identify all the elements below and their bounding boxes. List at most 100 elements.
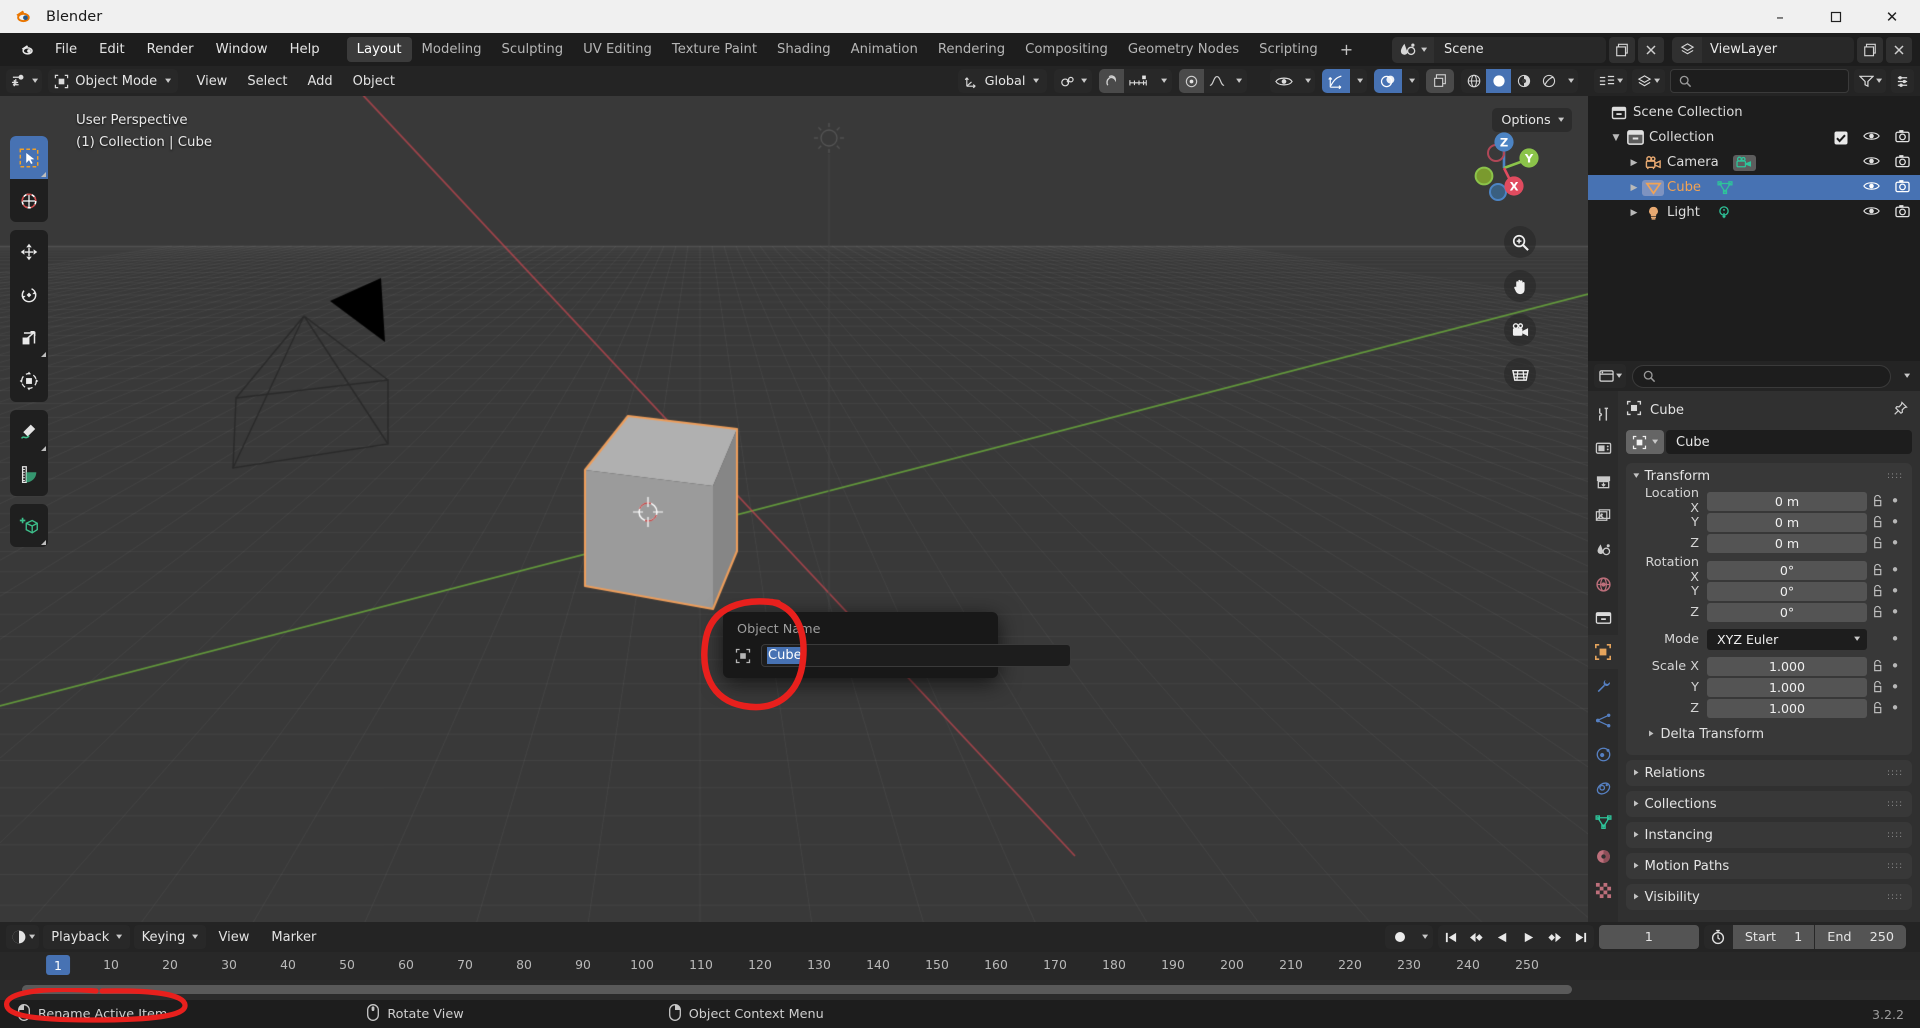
- lock-icon[interactable]: [1867, 659, 1887, 673]
- transform-orientation-selector[interactable]: Global ▾: [957, 69, 1047, 93]
- menu-window[interactable]: Window: [205, 37, 279, 62]
- workspace-tab-rendering[interactable]: Rendering: [928, 37, 1015, 62]
- outliner-search-input[interactable]: [1669, 69, 1849, 93]
- maximize-button[interactable]: [1808, 0, 1864, 33]
- output-tab[interactable]: [1588, 465, 1618, 499]
- motion-paths-panel-header[interactable]: ▸ Motion Paths ::::: [1626, 853, 1912, 879]
- lock-icon[interactable]: [1867, 563, 1887, 577]
- properties-options-icon[interactable]: ▾: [1897, 364, 1914, 388]
- world-tab[interactable]: [1588, 567, 1618, 601]
- outliner-row-light[interactable]: ▶ Light: [1588, 200, 1920, 225]
- add-workspace-button[interactable]: +: [1328, 37, 1365, 62]
- menu-file[interactable]: File: [44, 37, 88, 62]
- workspace-tab-scripting[interactable]: Scripting: [1249, 37, 1328, 62]
- animate-dot[interactable]: •: [1887, 678, 1903, 696]
- pan-hand-icon[interactable]: [1504, 270, 1536, 302]
- keying-menu[interactable]: Keying ▾: [133, 925, 206, 949]
- 3d-viewport[interactable]: User Perspective (1) Collection | Cube O…: [0, 96, 1588, 922]
- chevron-down-icon[interactable]: ▾: [1154, 69, 1172, 93]
- camera-render-icon[interactable]: [1895, 179, 1910, 197]
- object-name-field[interactable]: Cube: [1666, 430, 1912, 454]
- timeline-horizontal-scrollbar[interactable]: [22, 985, 1572, 994]
- animate-dot[interactable]: •: [1887, 630, 1903, 648]
- transform-tool[interactable]: [10, 359, 48, 402]
- frame-end-field[interactable]: End 250: [1815, 925, 1906, 949]
- chevron-down-icon[interactable]: ▾: [1298, 69, 1315, 93]
- animate-dot[interactable]: •: [1887, 699, 1903, 717]
- blender-menu-icon[interactable]: [14, 37, 44, 63]
- physics-tab[interactable]: [1588, 737, 1618, 771]
- lock-icon[interactable]: [1867, 605, 1887, 619]
- workspace-tab-uv-editing[interactable]: UV Editing: [573, 37, 662, 62]
- animate-dot[interactable]: •: [1887, 513, 1903, 531]
- expand-toggle[interactable]: ▶: [1626, 208, 1642, 218]
- new-scene-button[interactable]: [1609, 36, 1635, 63]
- measure-tool[interactable]: [10, 453, 48, 496]
- pivot-point-selector[interactable]: ▾: [1053, 69, 1092, 93]
- menu-edit[interactable]: Edit: [88, 37, 136, 62]
- workspace-tab-geometry-nodes[interactable]: Geometry Nodes: [1118, 37, 1249, 62]
- editor-type-selector[interactable]: ▾: [6, 69, 43, 93]
- chevron-down-icon[interactable]: ▾: [1350, 69, 1367, 93]
- expand-toggle[interactable]: ▼: [1608, 133, 1624, 143]
- workspace-tab-animation[interactable]: Animation: [841, 37, 928, 62]
- timeline-editor[interactable]: ▾ Playback ▾ Keying ▾ View Marker ▾ 1 St…: [0, 922, 1920, 1000]
- render-tab[interactable]: [1588, 431, 1618, 465]
- interaction-mode-selector[interactable]: Object Mode ▾: [48, 69, 179, 93]
- tweak-select-box-tool[interactable]: [10, 136, 48, 179]
- move-tool[interactable]: [10, 230, 48, 273]
- current-frame-marker[interactable]: 1: [45, 955, 70, 975]
- rotate-tool[interactable]: [10, 273, 48, 316]
- play-reverse-icon[interactable]: [1490, 925, 1516, 949]
- current-frame-field[interactable]: 1: [1598, 925, 1699, 949]
- timeline-ruler[interactable]: 10 20 30 40 50 60 70 80 90 100 110 120 130 140 150 160 1…: [0, 952, 1920, 980]
- camera-view-icon[interactable]: [1504, 314, 1536, 346]
- chevron-down-icon[interactable]: ▾: [1561, 69, 1578, 93]
- rename-object-popup[interactable]: Object Name Cube: [723, 612, 1071, 678]
- visibility-panel-header[interactable]: ▸ Visibility ::::: [1626, 884, 1912, 910]
- location-y-field[interactable]: 0 m: [1707, 512, 1867, 532]
- lock-icon[interactable]: [1867, 494, 1887, 508]
- light-data-icon[interactable]: [1716, 205, 1732, 220]
- zoom-icon[interactable]: [1504, 226, 1536, 258]
- viewport-menu-view[interactable]: View: [186, 69, 237, 93]
- new-view-layer-button[interactable]: [1857, 36, 1883, 63]
- scene-browse-icon[interactable]: ▾: [1392, 36, 1434, 63]
- rotation-y-field[interactable]: 0°: [1707, 581, 1867, 601]
- proportional-falloff-icon[interactable]: [1204, 69, 1229, 93]
- viewport-menu-add[interactable]: Add: [297, 69, 342, 93]
- outliner-editor-type-icon[interactable]: ▾: [1594, 69, 1628, 93]
- drag-handle-dots[interactable]: ::::: [1887, 893, 1903, 902]
- properties-editor[interactable]: ▾ ▾ Cube ▾ Cube ▾ Transform:::: Locatio…: [1588, 361, 1920, 922]
- menu-render[interactable]: Render: [136, 37, 205, 62]
- material-tab[interactable]: [1588, 839, 1618, 873]
- outliner-row-camera[interactable]: ▶ Camera: [1588, 150, 1920, 175]
- proportional-editing-icon[interactable]: [1179, 69, 1204, 93]
- overlay-group[interactable]: ▾: [1374, 69, 1419, 93]
- properties-editor-type-icon[interactable]: ▾: [1594, 364, 1627, 388]
- chevron-down-icon[interactable]: ▾: [1402, 69, 1419, 93]
- scale-tool[interactable]: [10, 316, 48, 359]
- workspace-tab-modeling[interactable]: Modeling: [412, 37, 492, 62]
- texture-tab[interactable]: [1588, 873, 1618, 907]
- eye-icon[interactable]: [1863, 130, 1880, 146]
- workspace-tab-sculpting[interactable]: Sculpting: [492, 37, 574, 62]
- object-name-input[interactable]: Cube: [761, 644, 1071, 667]
- collection-checkbox[interactable]: [1834, 131, 1848, 145]
- show-gizmo-icon[interactable]: [1322, 69, 1350, 93]
- proportional-editing-group[interactable]: ▾: [1179, 69, 1247, 93]
- properties-search-input[interactable]: [1632, 364, 1891, 388]
- gizmo-group[interactable]: ▾: [1322, 69, 1367, 93]
- chevron-down-icon[interactable]: ▾: [1229, 69, 1247, 93]
- menu-help[interactable]: Help: [279, 37, 331, 62]
- scale-z-field[interactable]: 1.000: [1707, 698, 1867, 718]
- visibility-toggle-group[interactable]: ▾: [1270, 69, 1315, 93]
- lock-icon[interactable]: [1867, 515, 1887, 529]
- outliner-display-mode-icon[interactable]: ▾: [1632, 69, 1665, 93]
- drag-handle-dots[interactable]: ::::: [1887, 769, 1903, 778]
- rotation-z-field[interactable]: 0°: [1707, 602, 1867, 622]
- scene-tab[interactable]: [1588, 533, 1618, 567]
- animate-dot[interactable]: •: [1887, 561, 1903, 579]
- wireframe-shading-icon[interactable]: [1461, 69, 1486, 93]
- collections-panel-header[interactable]: ▸ Collections ::::: [1626, 791, 1912, 817]
